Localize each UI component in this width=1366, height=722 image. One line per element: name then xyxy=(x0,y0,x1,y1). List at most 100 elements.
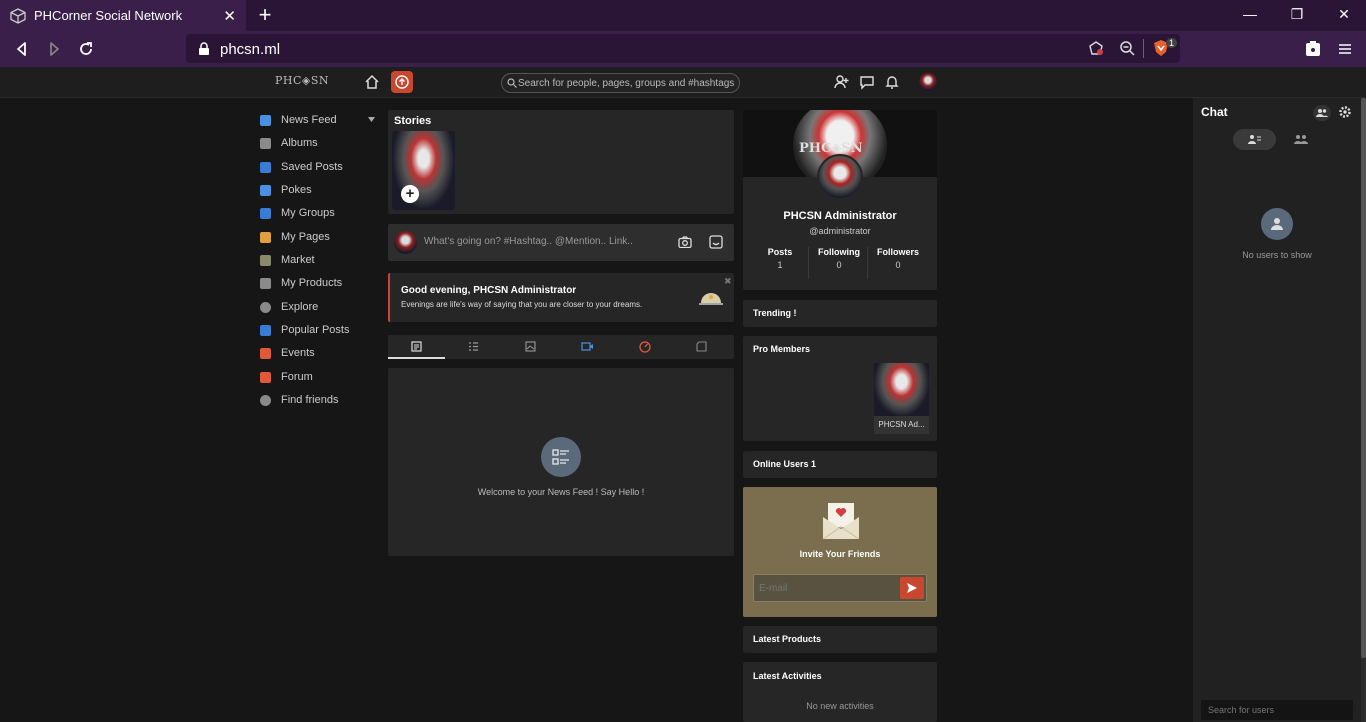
add-friend-icon[interactable] xyxy=(834,74,850,90)
sidebar-item-my-products[interactable]: My Products xyxy=(260,275,342,291)
new-tab-button[interactable]: + xyxy=(254,4,276,26)
feed-filter-tabs xyxy=(388,335,734,359)
user-icon xyxy=(1271,218,1283,230)
invite-form xyxy=(753,574,927,602)
cover-logo-text: PHC◈SN xyxy=(799,141,863,156)
sidebar-item-my-pages[interactable]: My Pages xyxy=(260,229,330,245)
invite-title: Invite Your Friends xyxy=(799,549,881,559)
address-bar[interactable]: phcsn.ml 1 xyxy=(186,34,1180,63)
post-composer[interactable]: What's going on? #Hashtag.. @Mention.. L… xyxy=(388,224,734,261)
add-story-button[interactable]: + xyxy=(401,185,419,203)
tab-close-icon[interactable]: ✕ xyxy=(223,7,236,25)
text-posts-icon[interactable] xyxy=(468,341,479,352)
sidebar-item-events[interactable]: Events xyxy=(260,345,315,361)
browser-tab[interactable]: PHCorner Social Network ✕ xyxy=(0,0,246,31)
profile-stat-followers[interactable]: Followers 0 xyxy=(871,247,925,279)
story-thumbnail[interactable]: + xyxy=(392,131,455,210)
reload-icon[interactable] xyxy=(77,40,95,58)
sidebar-item-saved-posts[interactable]: Saved Posts xyxy=(260,159,343,175)
sidebar-item-explore[interactable]: Explore xyxy=(260,299,318,315)
chat-settings-icon[interactable] xyxy=(1338,105,1352,119)
back-icon[interactable] xyxy=(13,40,31,58)
sidebar-item-popular-posts[interactable]: Popular Posts xyxy=(260,322,349,338)
stat-value: 1 xyxy=(777,260,783,270)
scrollbar-thumb[interactable] xyxy=(1361,98,1366,658)
site-logo[interactable]: PHC◈SN xyxy=(275,74,329,87)
stat-label: Posts xyxy=(767,247,793,257)
photos-icon[interactable] xyxy=(525,341,536,352)
sidebar-item-news-feed[interactable]: News Feed xyxy=(260,112,337,128)
feed-empty-badge xyxy=(541,437,581,477)
video-icon[interactable] xyxy=(581,341,594,352)
pro-upgrade-button[interactable] xyxy=(391,71,413,93)
chat-groups-tab-icon[interactable] xyxy=(1294,134,1308,145)
feed-empty-text: Welcome to your News Feed ! Say Hello ! xyxy=(477,487,645,497)
music-icon[interactable] xyxy=(639,341,651,353)
site-header: PHC◈SN xyxy=(0,67,1366,98)
chat-title: Chat xyxy=(1201,105,1228,119)
tab-chat-users[interactable] xyxy=(1233,129,1276,150)
forward-icon[interactable] xyxy=(45,40,63,58)
site-settings-icon[interactable] xyxy=(1088,40,1104,56)
group-chat-icon xyxy=(1316,109,1328,117)
profile-stat-posts[interactable]: Posts 1 xyxy=(753,247,807,279)
trending-card: Trending ! xyxy=(743,300,937,327)
store-icon xyxy=(260,254,271,266)
sidebar-item-albums[interactable]: Albums xyxy=(260,135,318,151)
pro-members-title: Pro Members xyxy=(753,344,811,354)
stat-value: 0 xyxy=(895,260,901,270)
profile-avatar[interactable] xyxy=(817,154,863,200)
page-scrollbar[interactable] xyxy=(1361,98,1366,722)
home-icon[interactable] xyxy=(364,74,380,90)
zoom-icon[interactable] xyxy=(1119,40,1135,56)
find-friends-icon xyxy=(260,394,271,406)
profile-handle: @administrator xyxy=(809,226,871,236)
chat-groups-button[interactable] xyxy=(1313,105,1331,121)
invite-email-input[interactable] xyxy=(759,580,897,597)
greeting-subtitle: Evenings are life's way of saying that y… xyxy=(401,300,643,309)
sidebar-item-market[interactable]: Market xyxy=(260,252,315,268)
sidebar-item-my-groups[interactable]: My Groups xyxy=(260,205,335,221)
site-search[interactable] xyxy=(501,73,740,93)
pro-member-tile[interactable]: PHCSN Ad... xyxy=(874,363,929,434)
menu-icon[interactable] xyxy=(1336,40,1354,58)
notifications-icon[interactable] xyxy=(884,74,900,90)
wallet-icon[interactable] xyxy=(1304,40,1322,58)
tab-all-posts[interactable] xyxy=(388,335,445,359)
chat-search[interactable] xyxy=(1201,700,1353,720)
forum-icon xyxy=(260,371,271,383)
user-avatar[interactable] xyxy=(919,73,937,91)
chat-search-input[interactable] xyxy=(1208,704,1348,716)
messages-icon[interactable] xyxy=(859,74,875,90)
invite-send-button[interactable] xyxy=(900,577,924,599)
greeting-close-icon[interactable]: ✖ xyxy=(724,276,732,287)
activities-empty-text: No new activities xyxy=(806,701,874,711)
composer-placeholder[interactable]: What's going on? #Hashtag.. @Mention.. L… xyxy=(424,236,633,247)
sidebar-item-find-friends[interactable]: Find friends xyxy=(260,392,338,408)
profile-name[interactable]: PHCSN Administrator xyxy=(743,210,937,222)
stat-label: Following xyxy=(818,247,860,257)
greeting-title: Good evening, PHCSN Administrator xyxy=(401,285,577,296)
camera-icon[interactable] xyxy=(678,236,692,248)
popular-posts-icon xyxy=(260,324,271,336)
tab-title: PHCorner Social Network xyxy=(34,8,183,23)
sidebar-item-pokes[interactable]: Pokes xyxy=(260,182,312,198)
restore-button[interactable]: ❐ xyxy=(1287,6,1307,23)
profile-stat-following[interactable]: Following 0 xyxy=(812,247,866,279)
chat-empty-text: No users to show xyxy=(1242,250,1312,260)
sunset-icon xyxy=(699,293,723,305)
files-icon[interactable] xyxy=(696,341,707,352)
trending-title: Trending ! xyxy=(753,308,797,318)
minimize-button[interactable]: — xyxy=(1240,6,1260,22)
albums-icon xyxy=(260,137,271,149)
sidebar-item-forum[interactable]: Forum xyxy=(260,369,313,385)
chevron-down-icon[interactable] xyxy=(368,117,375,122)
envelope-heart-icon xyxy=(822,503,860,540)
online-users-title: Online Users 1 xyxy=(753,459,817,469)
window-close-button[interactable]: ✕ xyxy=(1334,6,1354,23)
pro-member-avatar xyxy=(874,363,929,416)
sticker-icon[interactable] xyxy=(709,235,723,249)
calendar-icon xyxy=(260,347,271,359)
site-search-input[interactable] xyxy=(518,76,736,90)
browser-toolbar: phcsn.ml 1 xyxy=(0,31,1366,67)
